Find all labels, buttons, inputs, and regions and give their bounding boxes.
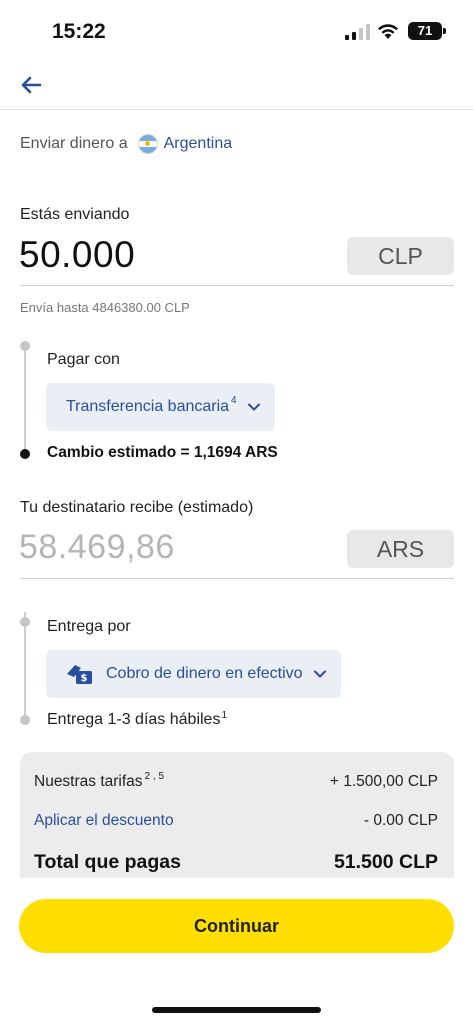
fee-label-group: Nuestras tarifas 2 , 5 bbox=[34, 771, 165, 791]
delivery-time-text: Entrega 1-3 días hábiles bbox=[47, 711, 221, 728]
recipient-receives-label: Tu destinatario recibe (estimado) bbox=[20, 499, 254, 516]
delivery-time: Entrega 1-3 días hábiles1 bbox=[47, 710, 228, 729]
pay-with-label: Pagar con bbox=[47, 351, 120, 368]
continue-button[interactable]: Continuar bbox=[19, 899, 454, 953]
exchange-rate: Cambio estimado = 1,1694 ARS bbox=[47, 444, 278, 461]
nav-bar bbox=[0, 64, 473, 110]
payment-method-value: Transferencia bancaria bbox=[66, 398, 230, 415]
battery-icon: 71 bbox=[408, 22, 442, 40]
delivery-timeline-line bbox=[24, 612, 26, 718]
send-amount-divider bbox=[20, 285, 454, 286]
fee-value: + 1.500,00 CLP bbox=[329, 773, 438, 790]
apply-discount-link[interactable]: Aplicar el descuento bbox=[34, 812, 174, 830]
send-limit-hint: Envía hasta 4846380.00 CLP bbox=[20, 300, 190, 315]
chevron-down-icon bbox=[313, 670, 326, 678]
payment-method-footnote: 4 bbox=[231, 394, 237, 406]
delivery-method-value: Cobro de dinero en efectivo bbox=[106, 665, 303, 682]
rate-timeline-dot bbox=[20, 449, 30, 459]
send-amount-input[interactable]: 50.000 bbox=[19, 234, 135, 276]
cellular-signal-icon bbox=[345, 24, 370, 40]
payment-method-dropdown[interactable]: Transferencia bancaria 4 bbox=[46, 383, 275, 431]
payment-timeline-dot bbox=[20, 341, 30, 351]
send-to-row: Enviar dinero a Argentina bbox=[20, 132, 232, 156]
back-arrow-icon[interactable] bbox=[16, 70, 46, 100]
payment-timeline-line bbox=[24, 348, 26, 451]
receive-amount-input[interactable]: 58.469,86 bbox=[19, 528, 175, 567]
cash-pickup-icon: $ bbox=[67, 665, 92, 684]
argentina-flag-icon bbox=[137, 134, 158, 154]
status-bar: 15:22 71 bbox=[0, 0, 473, 64]
discount-row: Aplicar el descuento - 0.00 CLP bbox=[34, 812, 438, 830]
total-row: Total que pagas 51.500 CLP bbox=[34, 851, 438, 874]
delivery-by-label: Entrega por bbox=[47, 618, 131, 635]
fee-footnotes: 2 , 5 bbox=[144, 771, 165, 782]
fee-label: Nuestras tarifas bbox=[34, 773, 143, 790]
discount-value: - 0.00 CLP bbox=[363, 812, 438, 829]
total-value: 51.500 CLP bbox=[333, 851, 438, 873]
delivery-method-dropdown[interactable]: $ Cobro de dinero en efectivo bbox=[46, 650, 341, 698]
receive-currency-selector[interactable]: ARS bbox=[347, 530, 454, 568]
receive-amount-divider bbox=[20, 578, 454, 579]
fees-summary-card: Nuestras tarifas 2 , 5 + 1.500,00 CLP Apl… bbox=[20, 752, 454, 878]
home-indicator[interactable] bbox=[152, 1007, 321, 1013]
sending-label: Estás enviando bbox=[20, 206, 130, 223]
delivery-timeline-dot bbox=[20, 617, 30, 627]
wifi-icon bbox=[378, 24, 398, 39]
send-currency-selector[interactable]: CLP bbox=[347, 237, 454, 275]
total-label: Total que pagas bbox=[34, 851, 181, 873]
fee-row: Nuestras tarifas 2 , 5 + 1.500,00 CLP bbox=[34, 771, 438, 791]
delivery-time-dot bbox=[20, 715, 30, 725]
svg-text:$: $ bbox=[81, 673, 88, 684]
destination-country[interactable]: Argentina bbox=[164, 135, 233, 153]
send-to-label: Enviar dinero a bbox=[20, 135, 128, 152]
battery-tip bbox=[443, 28, 446, 34]
chevron-down-icon bbox=[247, 403, 260, 411]
delivery-time-footnote: 1 bbox=[221, 710, 228, 721]
status-time: 15:22 bbox=[52, 20, 106, 43]
